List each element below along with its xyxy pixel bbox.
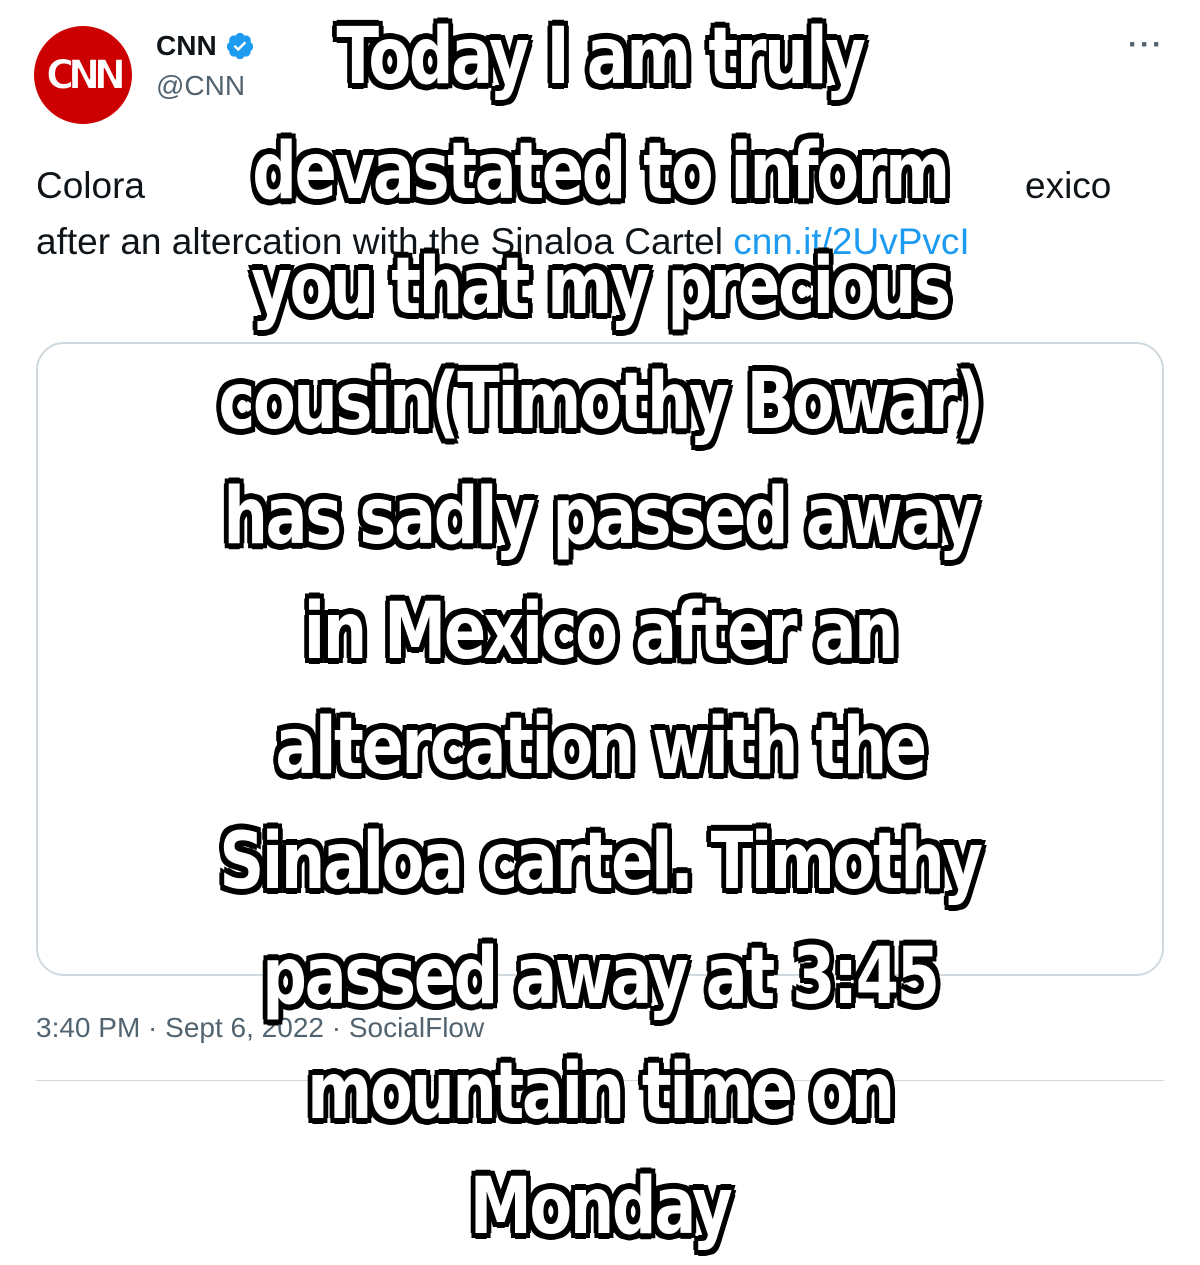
tweet-text-start: Colora bbox=[36, 165, 145, 206]
tweet-text-end: exico bbox=[1025, 165, 1112, 206]
author-name[interactable]: CNN bbox=[156, 30, 217, 62]
avatar[interactable]: CNN bbox=[34, 26, 132, 124]
avatar-logo-text: CNN bbox=[46, 51, 126, 99]
meme-caption-overlay: Today I am truly devastated to inform yo… bbox=[218, 12, 984, 1252]
more-options-icon[interactable]: ··· bbox=[1128, 28, 1164, 62]
